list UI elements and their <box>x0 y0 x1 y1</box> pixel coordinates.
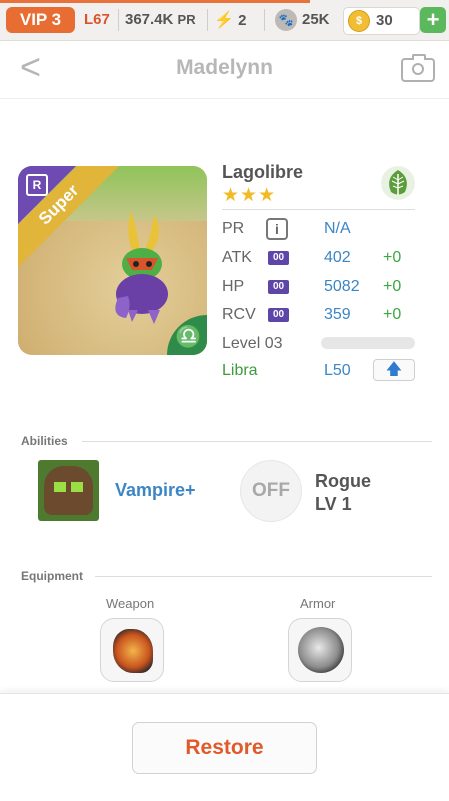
camera-lens <box>412 63 424 75</box>
arrow-up-icon: 🡅 <box>385 361 403 378</box>
vip-badge[interactable]: VIP 3 <box>6 7 75 33</box>
page-header: < Madelynn <box>0 40 449 99</box>
camera-icon[interactable] <box>401 54 435 82</box>
monster-name: Lagolibre <box>222 162 304 182</box>
ability-rogue[interactable]: Rogue LV 1 <box>315 470 371 516</box>
weapon-icon <box>113 629 153 673</box>
hp-value: 5082 <box>324 278 360 295</box>
page-title: Madelynn <box>176 56 273 79</box>
abilities-heading: Abilities <box>21 434 68 448</box>
progress-strip <box>0 0 310 3</box>
abilities-divider <box>82 441 432 442</box>
zodiac-label: Libra <box>222 362 258 379</box>
zodiac-level: L50 <box>324 362 351 379</box>
info-icon[interactable]: i <box>266 218 288 240</box>
star-rating: ★★★ <box>222 185 277 206</box>
weapon-slot[interactable] <box>100 618 164 682</box>
player-power: 367.4K PR <box>125 11 196 28</box>
rcv-boost-badge: 00 <box>268 308 289 322</box>
paw-icon: 🐾 <box>275 9 297 31</box>
upgrade-button[interactable]: 🡅 <box>373 359 415 381</box>
rcv-bonus: +0 <box>383 306 402 323</box>
atk-value: 402 <box>324 249 351 266</box>
ability-name-rogue: Rogue <box>315 471 371 491</box>
level-label: Level 03 <box>222 335 283 352</box>
rarity-badge: R <box>26 174 48 196</box>
coin-counter[interactable]: $ 30 <box>343 7 420 35</box>
power-value: 367.4K <box>125 11 174 28</box>
leaf-icon <box>381 166 415 200</box>
rcv-label: RCV <box>222 306 256 323</box>
energy-counter[interactable]: ⚡ 2 <box>214 10 246 30</box>
divider <box>207 9 208 31</box>
player-level: L67 <box>84 11 110 28</box>
vampire-ability-icon[interactable] <box>38 460 99 521</box>
pr-label: PR <box>222 220 245 237</box>
armor-icon <box>298 627 344 673</box>
energy-value: 2 <box>238 12 247 29</box>
level-progress-bar <box>321 337 415 349</box>
name-divider <box>222 209 415 210</box>
add-coins-button[interactable]: + <box>420 7 446 33</box>
ability-name-vampire[interactable]: Vampire+ <box>115 480 196 501</box>
hp-bonus: +0 <box>383 278 402 295</box>
ability-level: LV 1 <box>315 494 352 514</box>
monster-portrait[interactable]: R Super ♎ <box>18 166 207 355</box>
divider <box>264 9 265 31</box>
atk-label: ATK <box>222 249 252 266</box>
hp-boost-badge: 00 <box>268 280 289 294</box>
ability-eye <box>71 482 83 492</box>
coin-count: 30 <box>376 12 393 29</box>
equipment-divider <box>95 576 432 577</box>
atk-bonus: +0 <box>383 249 402 266</box>
pr-value: N/A <box>324 220 351 237</box>
paw-count: 25K <box>302 11 330 28</box>
divider <box>118 9 119 31</box>
ability-eye <box>54 482 66 492</box>
coin-icon: $ <box>348 10 370 32</box>
ability-art <box>44 466 93 515</box>
monster-art <box>115 211 168 324</box>
equipment-heading: Equipment <box>21 569 83 583</box>
resource-bar: VIP 3 L67 367.4K PR ⚡ 2 🐾 25K $ 30 + <box>0 0 449 41</box>
rcv-value: 359 <box>324 306 351 323</box>
lightning-icon: ⚡ <box>214 12 234 29</box>
restore-button[interactable]: Restore <box>132 722 317 774</box>
atk-boost-badge: 00 <box>268 251 289 265</box>
weapon-label: Weapon <box>106 596 155 611</box>
hp-label: HP <box>222 278 245 295</box>
armor-label: Armor <box>300 596 336 611</box>
ability-state: OFF <box>252 480 290 501</box>
power-unit: PR <box>177 12 196 27</box>
armor-slot[interactable] <box>288 618 352 682</box>
